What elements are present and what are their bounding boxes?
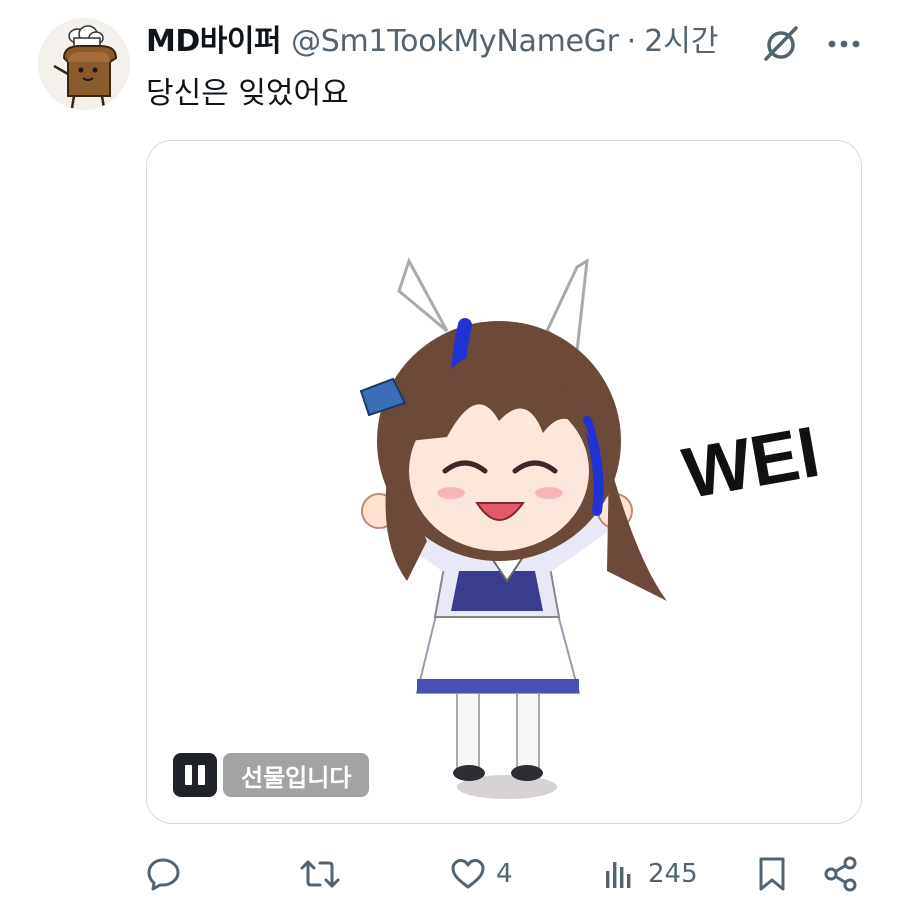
like-button[interactable]: 4 xyxy=(450,848,513,898)
bread-chef-avatar-icon xyxy=(38,18,130,110)
pause-icon xyxy=(185,765,192,785)
more-options-button[interactable] xyxy=(822,22,866,66)
tweet[interactable]: MD바이퍼 @Sm1TookMyNameGr · 2시간 당신은 잊었어요 WE… xyxy=(0,0,900,898)
grok-icon xyxy=(764,26,798,61)
tweet-text: 당신은 잊었어요 xyxy=(146,76,349,111)
reply-icon xyxy=(147,858,180,891)
reply-button[interactable] xyxy=(146,848,182,898)
views-button[interactable]: 245 xyxy=(602,848,698,898)
gif-controls: 선물입니다 xyxy=(173,753,370,797)
share-button[interactable] xyxy=(822,848,860,898)
avatar[interactable] xyxy=(38,18,130,110)
retweet-icon xyxy=(300,860,340,888)
views-icon xyxy=(606,862,631,888)
display-name[interactable]: MD바이퍼 xyxy=(146,22,282,62)
tweet-header: MD바이퍼 @Sm1TookMyNameGr · 2시간 xyxy=(146,22,719,62)
user-handle[interactable]: @Sm1TookMyNameGr xyxy=(291,22,619,62)
like-count: 4 xyxy=(496,859,513,889)
timestamp[interactable]: 2시간 xyxy=(644,22,718,62)
more-horizontal-icon xyxy=(828,40,860,48)
pause-icon-bar xyxy=(198,765,205,785)
views-count: 245 xyxy=(648,859,698,889)
chibi-character-image: WEI xyxy=(359,257,825,799)
action-bar: 4 245 xyxy=(0,848,900,898)
grok-button[interactable] xyxy=(760,22,804,66)
separator-dot: · xyxy=(626,24,637,59)
heart-icon xyxy=(451,859,485,889)
share-icon xyxy=(824,856,857,892)
gif-alt-label[interactable]: 선물입니다 xyxy=(223,753,370,797)
overlay-text: WEI xyxy=(677,412,825,514)
bookmark-button[interactable] xyxy=(754,848,790,898)
gif-media[interactable]: WEI 선물입니다 xyxy=(146,140,862,824)
retweet-button[interactable] xyxy=(300,848,340,898)
pause-button[interactable] xyxy=(173,753,217,797)
bookmark-icon xyxy=(759,857,785,891)
